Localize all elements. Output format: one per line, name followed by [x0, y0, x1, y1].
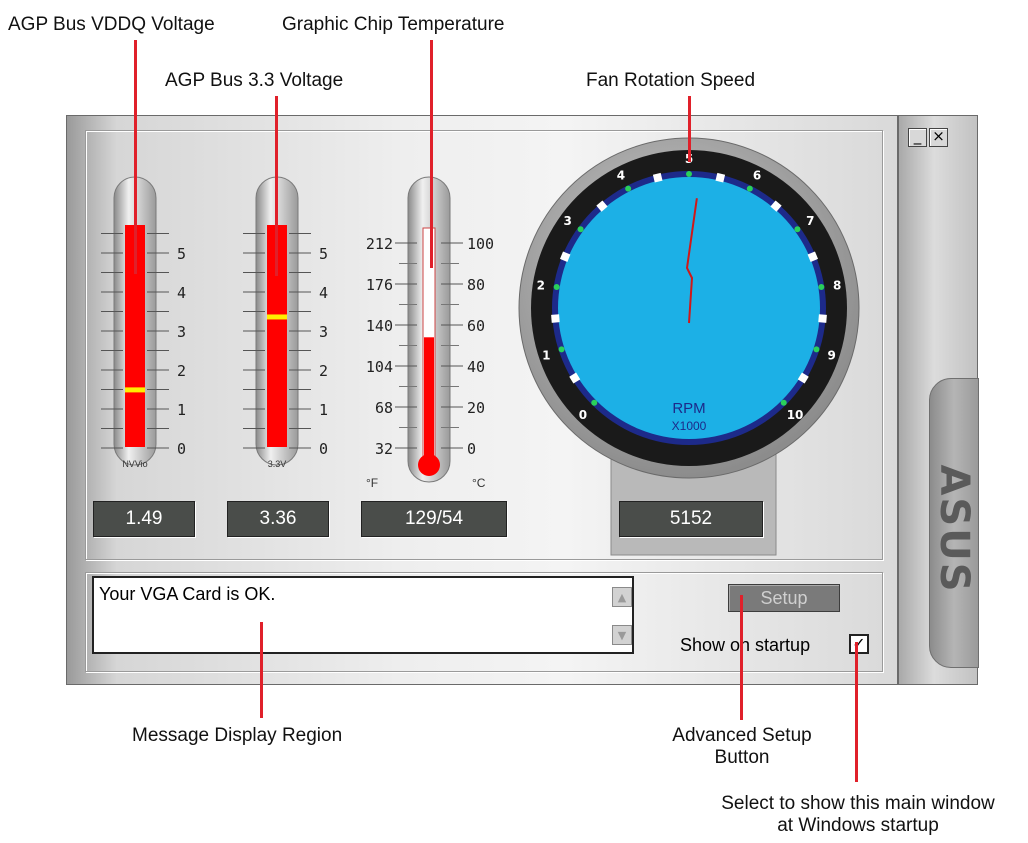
callout-line-message	[260, 622, 263, 718]
fan-dial-number: 0	[579, 408, 587, 422]
fan-dial-major-dot	[794, 226, 801, 233]
vddq-scale-label: 1	[177, 401, 186, 419]
callout-line-setup	[740, 595, 743, 720]
fan-dial-major-dot	[553, 284, 560, 291]
temp-fill	[424, 337, 434, 460]
temp-f-scale-label: 68	[375, 399, 393, 417]
temp-c-scale-label: 20	[467, 399, 485, 417]
brand-tab: ASUS	[929, 378, 979, 668]
show-on-startup-label: Show on startup	[680, 635, 811, 655]
fan-dial-major-dot	[813, 346, 820, 353]
fan-dial-number: 2	[537, 279, 545, 293]
vddq-scale-label: 2	[177, 362, 186, 380]
callout-line-bus33	[275, 96, 278, 276]
vddq-scale-label: 3	[177, 323, 186, 341]
callout-setup-line2: Button	[714, 747, 770, 768]
callout-setup-line1: Advanced Setup	[672, 725, 812, 746]
callout-fan-speed: Fan Rotation Speed	[586, 70, 756, 91]
temp-f-scale-label: 140	[366, 317, 393, 335]
vddq-label: NVVio	[122, 459, 147, 469]
bus33-label: 3.3V	[268, 459, 287, 469]
temp-readout: 129/54	[361, 501, 507, 537]
vddq-marker	[125, 387, 145, 393]
fan-dial-number: 3	[563, 214, 571, 228]
fan-dial-number: 8	[833, 279, 841, 293]
temp-c-scale-label: 80	[467, 276, 485, 294]
fan-dial-number: 7	[806, 214, 814, 228]
fan-dial-major-dot	[746, 185, 753, 192]
temp-f-unit: °F	[366, 476, 378, 490]
temp-c-unit: °C	[472, 476, 486, 490]
side-panel: _ × ASUS	[898, 115, 979, 685]
callout-startup-line2: at Windows startup	[777, 815, 939, 836]
fan-dial-major-dot	[686, 171, 692, 177]
fan-dial-major-dot	[591, 399, 598, 406]
fan-dial-major-dot	[780, 399, 787, 406]
setup-button[interactable]: Setup	[728, 584, 840, 612]
callout-message-region: Message Display Region	[132, 725, 343, 746]
callout-startup-line1: Select to show this main window	[721, 793, 995, 814]
callout-chip-temperature: Graphic Chip Temperature	[282, 14, 505, 35]
show-on-startup-checkbox[interactable]: ✓	[849, 634, 869, 654]
bus33-readout: 3.36	[227, 501, 329, 537]
message-scroll-down-button[interactable]: ▼	[612, 625, 632, 645]
callout-line-temp	[430, 40, 433, 268]
fan-readout: 5152	[619, 501, 763, 537]
close-button[interactable]: ×	[929, 128, 948, 147]
callout-vddq-voltage: AGP Bus VDDQ Voltage	[8, 14, 215, 35]
temp-f-scale-label: 176	[366, 276, 393, 294]
fan-dial-number: 9	[827, 348, 835, 362]
fan-dial-minor-mark	[818, 314, 827, 323]
fan-rpm-label: RPM	[672, 400, 705, 417]
fan-dial-number: 10	[787, 408, 804, 422]
callout-startup-checkbox: Select to show this main window at Windo…	[688, 793, 1028, 837]
bus33-scale-label: 3	[319, 323, 328, 341]
temp-c-scale-label: 0	[467, 440, 476, 458]
fan-dial-major-dot	[625, 185, 632, 192]
fan-dial-major-dot	[818, 284, 825, 291]
message-display: Your VGA Card is OK.	[92, 576, 634, 654]
bus33-scale-label: 5	[319, 245, 328, 263]
fan-dial-major-dot	[577, 226, 584, 233]
callout-setup-button: Advanced Setup Button	[654, 725, 830, 769]
bus33-marker	[267, 314, 287, 320]
vddq-readout: 1.49	[93, 501, 195, 537]
temp-c-scale-label: 40	[467, 358, 485, 376]
fan-dial-number: 6	[753, 168, 761, 182]
temp-c-scale-label: 60	[467, 317, 485, 335]
temp-f-scale-label: 212	[366, 235, 393, 253]
callout-bus33-voltage: AGP Bus 3.3 Voltage	[165, 70, 344, 91]
callout-line-startup	[855, 642, 858, 782]
temp-f-scale-label: 32	[375, 440, 393, 458]
fan-x1000-label: X1000	[672, 419, 707, 433]
minimize-button[interactable]: _	[908, 128, 927, 147]
fan-dial-number: 1	[542, 348, 550, 362]
callout-line-fan	[688, 96, 691, 162]
temp-bulb	[418, 454, 440, 476]
bus33-scale-label: 1	[319, 401, 328, 419]
fan-dial-minor-mark	[551, 314, 560, 323]
callout-line-vddq	[134, 40, 137, 274]
fan-dial-major-dot	[558, 346, 565, 353]
temp-f-scale-label: 104	[366, 358, 393, 376]
vddq-scale-label: 5	[177, 245, 186, 263]
main-window: _ × ASUS NVVio 3.3V °F °C 0 1 2 3 4 6 7 …	[66, 115, 979, 685]
gauges-svg: NVVio 3.3V °F °C 012345678910 RPM	[101, 137, 860, 556]
bus33-scale-label: 0	[319, 440, 328, 458]
asus-logo: ASUS	[931, 464, 977, 594]
bus33-scale-label: 2	[319, 362, 328, 380]
bus33-scale-label: 4	[319, 284, 328, 302]
temp-c-scale-label: 100	[467, 235, 494, 253]
fan-dial-number: 4	[617, 168, 625, 182]
message-text: Your VGA Card is OK.	[99, 584, 276, 604]
message-scroll-up-button[interactable]: ▲	[612, 587, 632, 607]
vddq-scale-label: 0	[177, 440, 186, 458]
vddq-scale-label: 4	[177, 284, 186, 302]
fan-dial: 012345678910 RPM X1000	[518, 137, 860, 479]
